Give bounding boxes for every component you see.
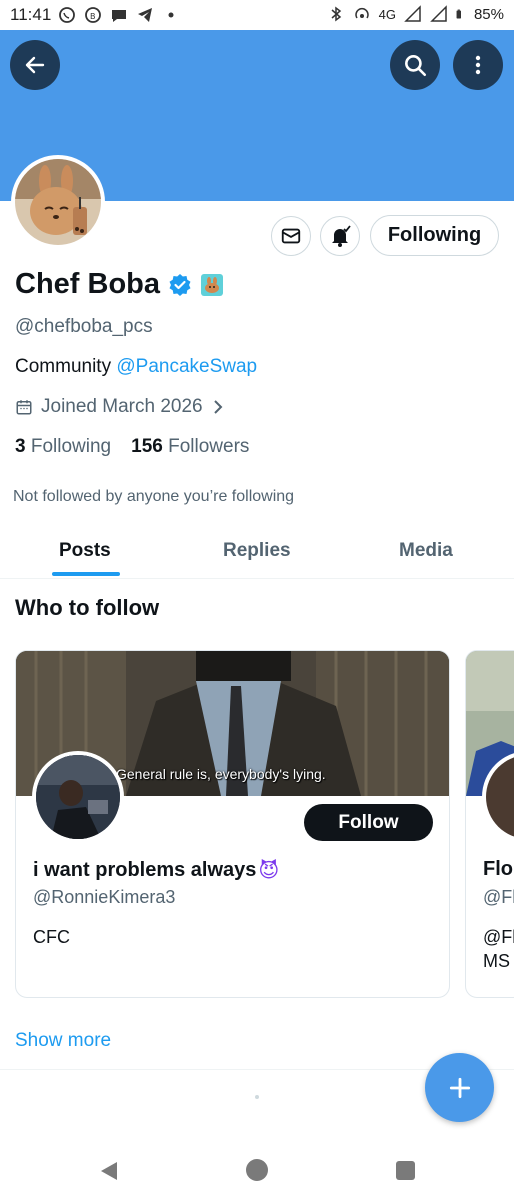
pancakeswap-affiliate-icon[interactable]: [200, 273, 224, 297]
nav-back-icon[interactable]: [98, 1160, 120, 1182]
banner-caption: General rule is, everybody's lying.: [116, 766, 326, 782]
bio-text: Community: [15, 356, 117, 377]
back-button[interactable]: [10, 40, 60, 90]
arrow-left-icon: [25, 56, 45, 74]
status-bar: 11:41 B 4G 85%: [0, 0, 514, 30]
dot-icon: [168, 12, 174, 18]
message-button[interactable]: [271, 216, 311, 256]
notifications-button[interactable]: [320, 216, 360, 256]
suggestion-2-bio-line1: @Fl: [483, 927, 514, 947]
profile-tabs: Posts Replies Media: [0, 528, 514, 579]
more-options-button[interactable]: [453, 40, 503, 90]
whatsapp-business-icon: B: [85, 7, 101, 23]
svg-text:B: B: [90, 12, 96, 21]
profile-avatar[interactable]: [11, 155, 105, 249]
battery-level: 85%: [473, 5, 504, 23]
hotspot-icon: [354, 8, 369, 19]
message-icon: [112, 10, 126, 22]
tab-replies[interactable]: Replies: [223, 540, 291, 562]
chevron-right-icon: [213, 400, 223, 414]
tab-posts[interactable]: Posts: [59, 540, 111, 562]
profile-bio: Community @PancakeSwap: [15, 356, 257, 378]
battery-icon: [456, 9, 461, 19]
system-nav-bar: [0, 1140, 514, 1200]
envelope-icon: [281, 228, 301, 244]
following-count-link[interactable]: 3 Following: [15, 436, 111, 458]
bunny-avatar-image: [15, 159, 101, 245]
tab-media[interactable]: Media: [399, 540, 453, 562]
suggestion-card-2[interactable]: Flor @Fl @Fl MS: [465, 650, 514, 998]
search-button[interactable]: [390, 40, 440, 90]
bell-check-icon: [332, 225, 351, 247]
joined-date: Joined March 2026: [41, 396, 203, 417]
following-label: Following: [30, 436, 112, 457]
smiling-devil-icon: 😈: [258, 858, 280, 882]
bluetooth-icon: [331, 6, 341, 22]
followers-count-link[interactable]: 156 Followers: [131, 436, 249, 458]
display-name: Chef Boba: [15, 268, 160, 300]
nav-home-icon[interactable]: [246, 1159, 268, 1181]
search-icon: [405, 55, 427, 77]
compose-post-button[interactable]: [425, 1053, 494, 1122]
more-vertical-icon: [475, 55, 481, 75]
plus-icon: [449, 1077, 470, 1098]
signal-icon: [404, 5, 421, 22]
system-icons: 4G 85%: [327, 5, 504, 23]
network-type: 4G: [378, 6, 396, 22]
suggestion-bio: CFC: [33, 927, 70, 947]
whatsapp-icon: [59, 7, 75, 23]
show-more-link[interactable]: Show more: [15, 1030, 111, 1052]
name-row: Chef Boba: [15, 268, 224, 301]
followers-count: 156: [131, 436, 163, 457]
suggestion-2-name: Flor: [483, 858, 514, 880]
suggestion-card[interactable]: General rule is, everybody's lying. Foll…: [15, 650, 450, 998]
joined-date-row[interactable]: Joined March 2026: [15, 396, 225, 418]
signal-2-icon: [430, 5, 447, 22]
follow-button[interactable]: Follow: [304, 804, 433, 841]
calendar-icon: [16, 400, 32, 415]
nav-recents-icon[interactable]: [396, 1161, 415, 1180]
active-tab-indicator: [52, 572, 120, 576]
suggestion-avatar[interactable]: [32, 751, 124, 843]
notification-icons: B: [58, 6, 180, 24]
not-followed-note: Not followed by anyone you’re following: [13, 488, 295, 505]
status-time: 11:41: [10, 5, 52, 24]
suggestion-handle: @RonnieKimera3: [33, 887, 176, 907]
loading-dot: [255, 1095, 259, 1099]
bio-mention-link[interactable]: @PancakeSwap: [116, 356, 257, 377]
followers-label: Followers: [168, 436, 250, 457]
telegram-icon: [138, 8, 152, 22]
follow-counts: 3 Following 156 Followers: [15, 436, 249, 458]
suggestion-name: i want problems always 😈: [33, 858, 279, 882]
following-count: 3: [15, 436, 26, 457]
following-button[interactable]: Following: [370, 215, 499, 256]
who-to-follow-title: Who to follow: [15, 595, 160, 620]
suggestion-name-text: i want problems always: [33, 858, 257, 881]
profile-handle: @chefboba_pcs: [15, 316, 153, 337]
suggestion-2-bio-line2: MS: [483, 951, 510, 971]
suggestion-2-handle: @Fl: [483, 887, 514, 907]
suggestion-avatar-image: [36, 755, 120, 839]
verified-badge-icon[interactable]: [168, 273, 192, 297]
